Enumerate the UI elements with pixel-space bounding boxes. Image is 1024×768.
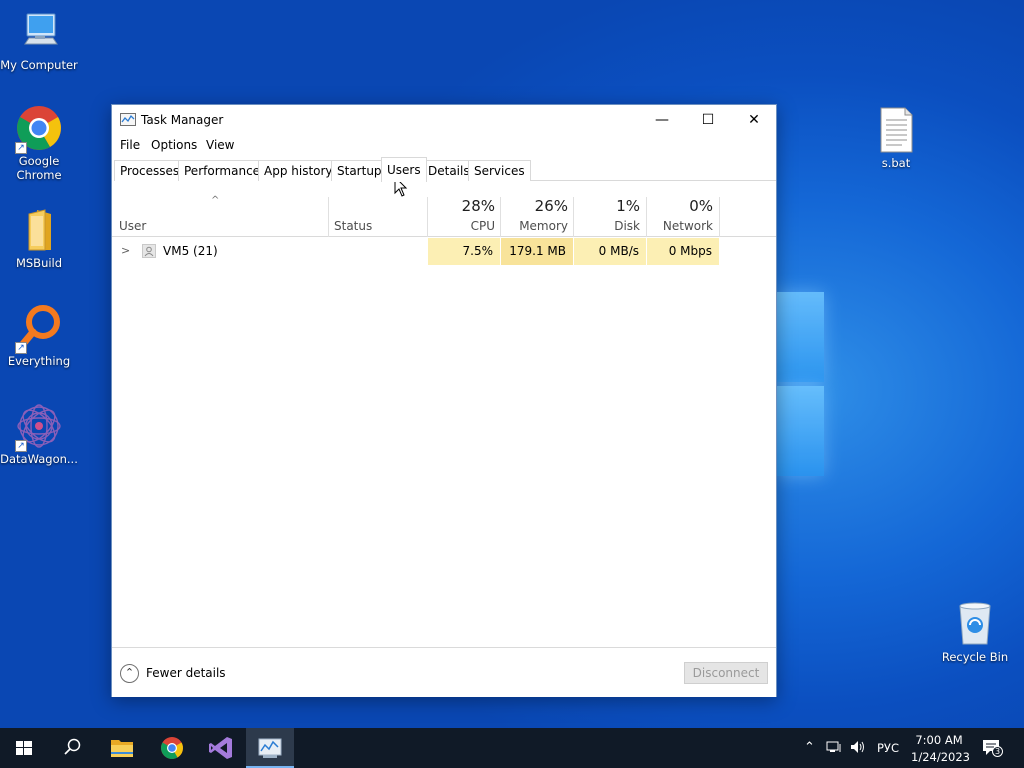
column-header-disk-percent: 1% (616, 197, 640, 215)
user-icon (142, 244, 156, 258)
chevron-up-icon[interactable]: ⌃ (804, 740, 815, 755)
task-manager-icon (120, 113, 136, 127)
cell-memory: 179.1 MB (501, 238, 573, 265)
tab-processes[interactable]: Processes (114, 160, 186, 181)
taskbar-chrome[interactable] (148, 728, 196, 768)
menu-bar: File Options View (112, 136, 776, 156)
desktop-icon-label: My Computer (0, 58, 78, 72)
input-language-indicator[interactable]: РУС (877, 741, 899, 755)
chevron-up-icon[interactable]: ⌃ (120, 664, 139, 683)
batch-file-icon (872, 106, 920, 154)
column-header-cpu[interactable]: CPU (428, 219, 495, 233)
sort-ascending-icon: ^ (211, 195, 220, 206)
taskbar-file-explorer[interactable] (98, 728, 146, 768)
tab-performance[interactable]: Performance (178, 160, 267, 181)
column-header-memory[interactable]: Memory (501, 219, 568, 233)
action-center-button[interactable]: 3 (982, 739, 1004, 757)
network-icon[interactable] (826, 740, 842, 758)
close-icon: ✕ (748, 112, 760, 128)
disconnect-button[interactable]: Disconnect (684, 662, 768, 684)
tab-startup[interactable]: Startup (331, 160, 388, 181)
desktop-icon-recycle-bin[interactable]: Recycle Bin (936, 600, 1014, 664)
fewer-details-link[interactable]: Fewer details (146, 666, 226, 680)
cell-disk: 0 MB/s (574, 238, 646, 265)
menu-file[interactable]: File (120, 138, 140, 152)
desktop-icon-msbuild[interactable]: MSBuild (0, 206, 78, 270)
taskbar-task-manager[interactable] (246, 728, 294, 768)
taskbar: ⌃ РУС 7:00 AM 1/24/2023 3 (0, 728, 1024, 768)
column-header-cpu-percent: 28% (461, 197, 495, 215)
search-magnifier-icon: ↗ (15, 304, 63, 354)
cell-network: 0 Mbps (647, 238, 719, 265)
volume-icon[interactable] (850, 740, 866, 758)
task-manager-window: Task Manager — ☐ ✕ File Options View Pro… (111, 104, 777, 697)
task-manager-icon (258, 738, 282, 758)
column-header-disk[interactable]: Disk (574, 219, 640, 233)
computer-icon (15, 8, 63, 56)
maximize-button[interactable]: ☐ (685, 105, 731, 135)
desktop-icon-everything[interactable]: ↗ Everything (0, 304, 78, 368)
start-button[interactable] (0, 728, 48, 768)
chevron-right-icon[interactable]: > (121, 244, 130, 257)
column-header-memory-percent: 26% (534, 197, 568, 215)
menu-options[interactable]: Options (151, 138, 197, 152)
chrome-icon (161, 737, 183, 759)
notification-count-badge: 3 (992, 746, 1003, 757)
desktop-icon-label: Recycle Bin (941, 650, 1009, 664)
column-header-row: ^ User Status 28% CPU 26% Memory 1% Disk… (112, 185, 776, 237)
tab-strip: Processes Performance App history Startu… (114, 157, 776, 182)
clock[interactable]: 7:00 AM 1/24/2023 (911, 731, 970, 765)
menu-view[interactable]: View (206, 138, 234, 152)
table-row[interactable]: > VM5 (21) 7.5% 179.1 MB 0 MB/s 0 Mbps (112, 238, 776, 265)
desktop-icon-label: MSBuild (15, 256, 63, 270)
desktop-icon-my-computer[interactable]: My Computer (0, 8, 78, 72)
desktop-icon-label: s.bat (881, 156, 911, 170)
column-header-network-percent: 0% (689, 197, 713, 215)
visual-studio-icon (209, 737, 232, 759)
tab-app-history[interactable]: App history (258, 160, 339, 181)
column-header-user[interactable]: User (119, 219, 146, 233)
taskbar-visual-studio[interactable] (197, 728, 245, 768)
folder-icon (15, 206, 63, 254)
user-name: VM5 (21) (163, 244, 218, 258)
tab-users[interactable]: Users (381, 157, 427, 182)
maximize-icon: ☐ (701, 112, 715, 128)
taskbar-search-button[interactable] (48, 728, 96, 768)
tab-services[interactable]: Services (468, 160, 531, 181)
datawagon-icon: ↗ (15, 402, 63, 452)
clock-date: 1/24/2023 (911, 750, 970, 764)
windows-start-icon (16, 741, 32, 755)
chrome-icon: ↗ (15, 104, 63, 154)
close-button[interactable]: ✕ (731, 105, 777, 135)
minimize-icon: — (655, 112, 669, 128)
column-header-network[interactable]: Network (647, 219, 713, 233)
desktop-icon-label: DataWagon... (0, 452, 78, 466)
search-icon (64, 738, 81, 755)
desktop-icon-google-chrome[interactable]: ↗ Google Chrome (0, 104, 78, 182)
cell-cpu: 7.5% (428, 238, 500, 265)
desktop-icon-label: Everything (7, 354, 71, 368)
title-bar[interactable]: Task Manager — ☐ ✕ (112, 105, 776, 135)
desktop-icon-s-bat[interactable]: s.bat (857, 106, 935, 170)
column-header-status[interactable]: Status (334, 219, 372, 233)
desktop-icon-datawagon[interactable]: ↗ DataWagon... (0, 402, 78, 466)
desktop-icon-label: Google Chrome (16, 154, 62, 182)
window-title: Task Manager (141, 113, 224, 127)
clock-time: 7:00 AM (915, 733, 963, 747)
file-explorer-icon (111, 740, 133, 757)
recycle-bin-icon (951, 600, 999, 648)
minimize-button[interactable]: — (639, 105, 685, 135)
footer-bar: ⌃ Fewer details Disconnect (112, 647, 776, 697)
windows-wallpaper-logo (776, 288, 824, 480)
